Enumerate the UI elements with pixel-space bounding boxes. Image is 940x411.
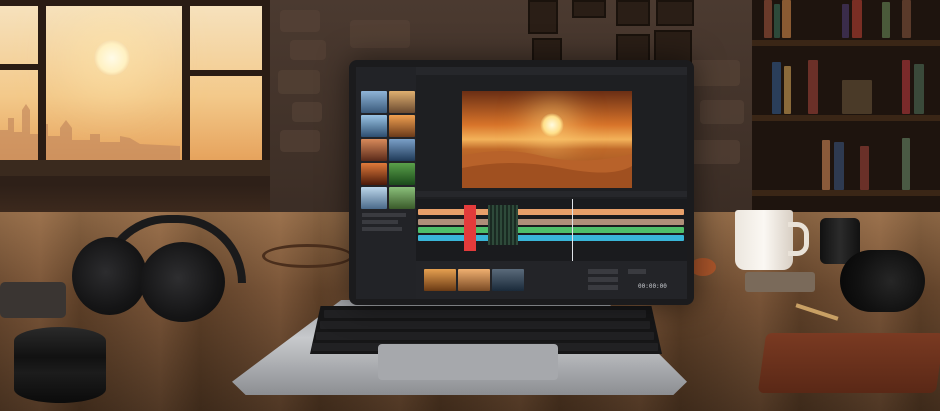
media-thumbnail[interactable]: [361, 187, 387, 209]
media-thumbnail[interactable]: [389, 187, 415, 209]
lens-stack: [14, 327, 106, 403]
photo-scene: 00:00:00: [0, 0, 940, 411]
timeline-track-orange[interactable]: [418, 209, 684, 215]
clip-thumbnail[interactable]: [424, 269, 456, 291]
headphones-left-cup: [72, 237, 147, 315]
timeline-playhead[interactable]: [572, 199, 573, 261]
sidebar-row[interactable]: [362, 220, 398, 224]
leather-notebook: [757, 333, 940, 393]
timecode-display: 00:00:00: [638, 283, 667, 290]
city-skyline: [0, 104, 180, 160]
timeline-toolbar: [416, 191, 687, 197]
sidebar-row[interactable]: [362, 213, 406, 217]
laptop-screen: 00:00:00: [356, 67, 687, 299]
clip-thumbnail[interactable]: [458, 269, 490, 291]
media-thumbnail[interactable]: [389, 163, 415, 185]
cable-coil: [262, 244, 353, 268]
mug-handle: [788, 222, 809, 256]
media-thumbnail[interactable]: [361, 115, 387, 137]
preview-dunes: [462, 151, 632, 188]
sidebar-row[interactable]: [362, 227, 402, 231]
timeline-track-cyan[interactable]: [418, 235, 684, 241]
small-camera: [0, 282, 66, 318]
panel-button[interactable]: [588, 277, 618, 282]
panel-button[interactable]: [588, 285, 618, 290]
camera-lens: [840, 250, 925, 312]
media-thumbnail[interactable]: [389, 139, 415, 161]
panel-button[interactable]: [628, 269, 646, 274]
tape-measure: [745, 272, 815, 292]
video-preview[interactable]: [462, 91, 632, 188]
media-thumbnail[interactable]: [389, 91, 415, 113]
media-thumbnail[interactable]: [361, 91, 387, 113]
window: [0, 0, 270, 175]
panel-button[interactable]: [588, 269, 618, 274]
laptop-trackpad: [378, 344, 558, 380]
window-sill: [0, 160, 300, 176]
coffee-mug: [735, 210, 793, 270]
timeline-track-green[interactable]: [418, 227, 684, 233]
preview-sun: [540, 113, 564, 137]
timeline-waveform-clip[interactable]: [488, 205, 518, 245]
timeline-selected-clip[interactable]: [464, 205, 476, 251]
timeline-track-light[interactable]: [418, 219, 684, 225]
media-thumbnail[interactable]: [389, 115, 415, 137]
media-thumbnail[interactable]: [361, 139, 387, 161]
bottom-panel: 00:00:00: [416, 261, 687, 299]
timeline[interactable]: [416, 199, 687, 261]
media-thumbnail[interactable]: [361, 163, 387, 185]
bookshelf: [752, 0, 940, 215]
sun: [94, 40, 130, 76]
headphones-right-cup: [140, 242, 225, 322]
clip-thumbnail[interactable]: [492, 269, 524, 291]
